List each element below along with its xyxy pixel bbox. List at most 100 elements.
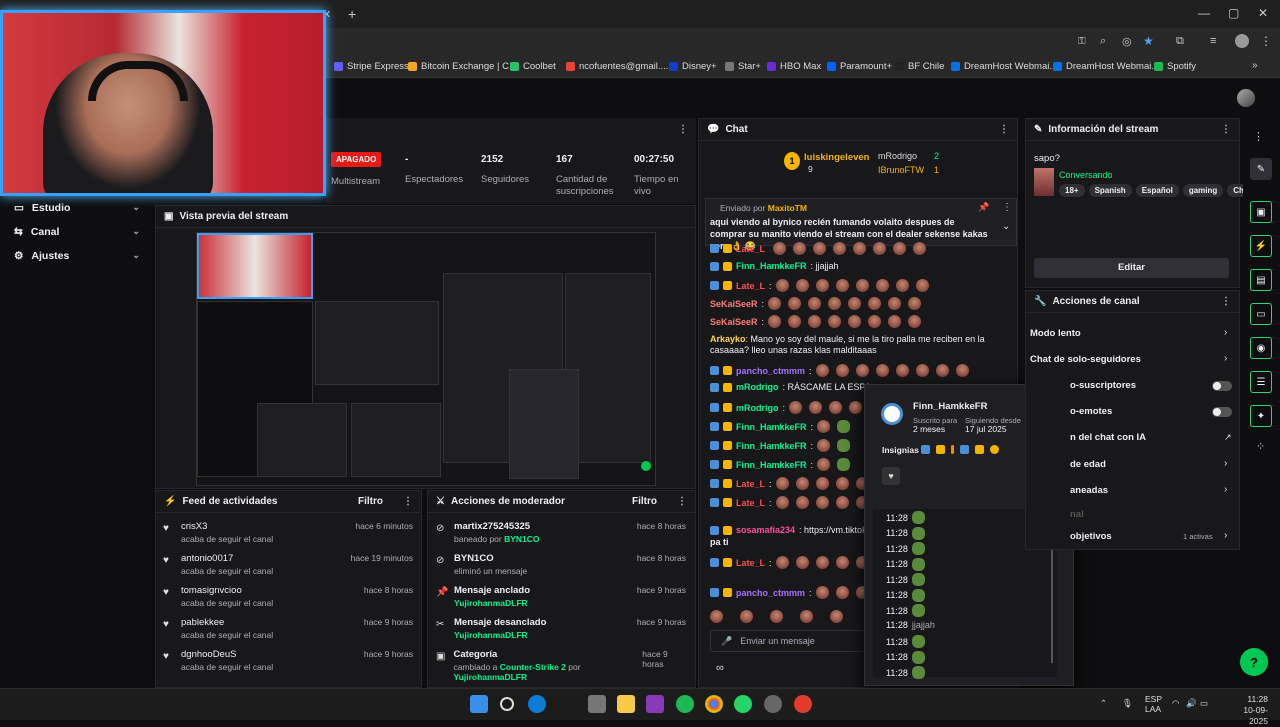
chevron-down-icon[interactable]: ⌄ bbox=[132, 226, 140, 237]
channel-action-item[interactable]: Modo lento bbox=[1030, 328, 1081, 339]
edit-tool-icon[interactable]: ✎ bbox=[1250, 158, 1272, 180]
chevron-down-icon[interactable]: ⌄ bbox=[132, 250, 140, 261]
key-icon[interactable]: ⚿ bbox=[1078, 36, 1086, 47]
chat-input[interactable]: 🎤 Enviar un mensaje bbox=[710, 630, 866, 652]
leader-3-name[interactable]: IBrunoFTW bbox=[878, 165, 924, 175]
list-item[interactable]: ♥ tomasignvcioo acaba de seguir el canal ha… bbox=[163, 585, 413, 608]
broadcast-icon[interactable]: ◉ bbox=[1250, 337, 1272, 359]
badge-icon[interactable] bbox=[960, 445, 969, 454]
channel-action-item[interactable]: o-suscriptores bbox=[1070, 380, 1136, 391]
kebab-icon[interactable]: ⋮ bbox=[677, 496, 687, 507]
chat-message[interactable]: sosamafia234: https://vm.tiktok.com/ bbox=[710, 525, 889, 535]
chat-username[interactable]: Arkayko bbox=[710, 334, 746, 344]
avatar[interactable] bbox=[1237, 89, 1255, 107]
mic-icon[interactable]: 🎤 bbox=[721, 636, 732, 647]
bookmark-item[interactable]: DreamHost Webmai... bbox=[1053, 61, 1159, 72]
chat-username[interactable]: Finn_HamkkeFR bbox=[736, 441, 807, 451]
chat-username[interactable]: Finn_HamkkeFR bbox=[736, 261, 807, 271]
stream-preview-video[interactable] bbox=[196, 232, 656, 486]
feed-filter-button[interactable]: Filtro bbox=[358, 496, 383, 507]
badge-icon[interactable] bbox=[921, 445, 930, 454]
chevron-down-icon[interactable]: ⌄ bbox=[132, 202, 140, 213]
share-icon[interactable]: ⁘ bbox=[1256, 440, 1265, 453]
chevron-right-icon[interactable]: › bbox=[1224, 484, 1227, 495]
battery-icon[interactable]: ▭ bbox=[1200, 698, 1208, 709]
list-item[interactable]: ⊘ BYN1CO eliminó un mensaje hace 8 horas bbox=[436, 553, 686, 576]
app-icon[interactable] bbox=[588, 695, 606, 713]
scrollbar[interactable] bbox=[1051, 533, 1053, 663]
chat-username[interactable]: Late_L bbox=[736, 244, 765, 254]
emote-icon[interactable] bbox=[830, 610, 843, 623]
chat-username[interactable]: pancho_ctmmm bbox=[736, 366, 805, 376]
category-name[interactable]: Conversando bbox=[1059, 170, 1113, 180]
sidebar-item-canal[interactable]: ⇆ Canal bbox=[14, 226, 59, 238]
infinity-icon[interactable]: ∞ bbox=[716, 662, 724, 674]
chevron-right-icon[interactable]: › bbox=[1224, 530, 1227, 541]
kebab-icon[interactable]: ⋮ bbox=[1221, 296, 1231, 307]
badge-icon[interactable] bbox=[990, 445, 999, 454]
kebab-icon[interactable]: ⋮ bbox=[1002, 202, 1012, 213]
profile-icon[interactable] bbox=[1235, 34, 1249, 48]
eye-off-icon[interactable]: ◎ bbox=[1122, 35, 1132, 48]
mic-icon[interactable]: 🎙 bbox=[1122, 698, 1133, 709]
list-item[interactable]: ♥ dgnhooDeuS acaba de seguir el canal hace … bbox=[163, 649, 413, 672]
help-button[interactable]: ? bbox=[1240, 648, 1268, 676]
leader-1-name[interactable]: luiskingeleven bbox=[804, 152, 869, 163]
wifi-icon[interactable]: ◠ bbox=[1172, 698, 1179, 709]
chat-username[interactable]: SeKaiSeeR bbox=[710, 299, 758, 309]
badge-icon[interactable] bbox=[951, 445, 954, 454]
user-name[interactable]: Finn_HamkkeFR bbox=[913, 401, 987, 412]
emote-icon[interactable] bbox=[800, 610, 813, 623]
bookmark-item[interactable]: Stripe Express bbox=[334, 61, 409, 72]
tag-pill[interactable]: gaming bbox=[1182, 184, 1224, 197]
kebab-icon[interactable]: ⋮ bbox=[403, 496, 413, 507]
app-icon[interactable] bbox=[646, 695, 664, 713]
chat-username[interactable]: mRodrigo bbox=[736, 403, 779, 413]
bookmark-item[interactable]: Bitcoin Exchange | C... bbox=[408, 61, 517, 72]
chat-username[interactable]: pa ti bbox=[710, 537, 729, 547]
bookmark-item[interactable]: Disney+ bbox=[669, 61, 717, 72]
list-item[interactable]: ⊘ martix275245325 baneado por BYN1CO hace 8… bbox=[436, 521, 686, 544]
tray-chevron-icon[interactable]: ⌃ bbox=[1100, 698, 1107, 709]
language-indicator[interactable]: ESP LAA bbox=[1145, 694, 1162, 714]
chat-message[interactable]: Late_L: bbox=[710, 279, 932, 292]
tag-pill[interactable]: Español bbox=[1135, 184, 1179, 197]
bookmark-item[interactable]: Star+ bbox=[725, 61, 761, 72]
bookmark-item[interactable]: HBO Max bbox=[767, 61, 821, 72]
toggle-switch[interactable] bbox=[1212, 381, 1232, 391]
kebab-icon[interactable]: ⋮ bbox=[678, 124, 688, 135]
channel-action-item[interactable]: n del chat con IA bbox=[1070, 432, 1146, 443]
whatsapp-icon[interactable] bbox=[734, 695, 752, 713]
document-icon[interactable]: ▤ bbox=[1250, 269, 1272, 291]
mod-who2[interactable]: YujirohanmaDLFR bbox=[453, 672, 527, 682]
extensions-icon[interactable]: ⧉ bbox=[1176, 35, 1184, 48]
channel-action-item[interactable]: objetivos bbox=[1070, 531, 1112, 542]
more-bookmarks-icon[interactable]: » bbox=[1252, 60, 1258, 71]
chat-username[interactable]: Late_L bbox=[736, 498, 765, 508]
list-item[interactable]: ♥ pablekkee acaba de seguir el canal hace 9… bbox=[163, 617, 413, 640]
edge-icon[interactable] bbox=[528, 695, 546, 713]
badge-icon[interactable] bbox=[975, 445, 984, 454]
kebab-icon[interactable]: ⋮ bbox=[1221, 124, 1231, 135]
toggle-switch[interactable] bbox=[1212, 407, 1232, 417]
browser-menu-icon[interactable]: ⋮ bbox=[1260, 34, 1272, 48]
chat-message[interactable]: Arkayko: Mano yo soy del maule, si me la… bbox=[710, 334, 1010, 356]
chevron-right-icon[interactable]: › bbox=[1224, 458, 1227, 469]
screen-icon[interactable]: ▣ bbox=[1250, 201, 1272, 223]
chat-username[interactable]: sosamafia234 bbox=[736, 525, 795, 535]
channel-action-item[interactable]: aneadas bbox=[1070, 485, 1108, 496]
bookmark-item[interactable]: DreamHost Webmai... bbox=[951, 61, 1057, 72]
sidebar-item-estudio[interactable]: ▭ Estudio bbox=[14, 202, 70, 214]
list-item[interactable]: ✂ Mensaje desanclado YujirohanmaDLFR hace 9… bbox=[436, 617, 686, 640]
clock[interactable]: 11:28 10-09-2025 bbox=[1228, 694, 1268, 727]
channel-action-item[interactable]: nal bbox=[1070, 509, 1084, 520]
mod-who[interactable]: BYN1CO bbox=[504, 534, 539, 544]
chat-message[interactable]: pa ti bbox=[710, 537, 733, 547]
mod-who[interactable]: YujirohanmaDLFR bbox=[454, 598, 528, 608]
chat-message[interactable]: SeKaiSeeR: bbox=[710, 315, 924, 328]
list-item[interactable]: ♥ antonio0017 acaba de seguir el canal hace… bbox=[163, 553, 413, 576]
folder-icon[interactable] bbox=[617, 695, 635, 713]
chevron-right-icon[interactable]: › bbox=[1224, 353, 1227, 364]
app-icon[interactable] bbox=[764, 695, 782, 713]
leader-2-name[interactable]: mRodrigo bbox=[878, 151, 917, 161]
